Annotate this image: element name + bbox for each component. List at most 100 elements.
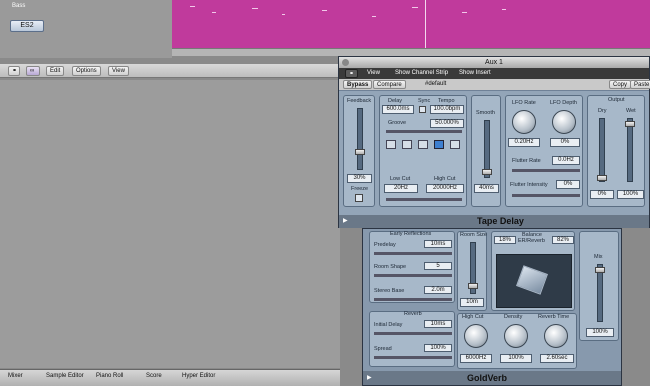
delay-value[interactable]: 600.0ms: [382, 105, 414, 114]
view-menu[interactable]: View: [367, 70, 380, 76]
show-insert-menu[interactable]: Show Insert: [459, 70, 491, 76]
initial-delay-value[interactable]: 10ms: [424, 320, 452, 328]
smooth-label: Smooth: [476, 110, 495, 116]
freeze-checkbox[interactable]: [355, 194, 363, 202]
mix-slider[interactable]: [595, 264, 605, 322]
groove-value[interactable]: 50.000%: [430, 119, 464, 128]
show-channel-strip-menu[interactable]: Show Channel Strip: [395, 70, 448, 76]
spread-value[interactable]: 100%: [424, 344, 452, 352]
stereo-base-label: Stereo Base: [374, 288, 405, 294]
note-value-button[interactable]: [386, 140, 396, 149]
tab-mixer[interactable]: Mixer: [8, 373, 23, 379]
link-button[interactable]: ∞: [26, 66, 40, 76]
low-cut-value[interactable]: 20Hz: [384, 184, 418, 193]
early-reflections-label: Early Reflections: [390, 231, 432, 237]
gv-high-cut-knob[interactable]: [464, 324, 488, 348]
wet-slider[interactable]: [625, 118, 635, 182]
early-reflections-section: Early Reflections Predelay 10ms Room Sha…: [369, 231, 455, 303]
note-value-button[interactable]: [402, 140, 412, 149]
options-menu[interactable]: Options: [72, 66, 101, 76]
room-size-value[interactable]: 10m: [460, 298, 484, 307]
plugin-footer: ▶ GoldVerb: [363, 371, 621, 385]
note-value-button[interactable]: [418, 140, 428, 149]
stereo-base-value[interactable]: 2.0m: [424, 286, 452, 294]
expand-triangle-icon[interactable]: ▶: [343, 217, 348, 224]
lfo-depth-knob[interactable]: [552, 110, 576, 134]
balance-sublabel: ER/Reverb: [518, 238, 545, 244]
gv-high-cut-value[interactable]: 6000Hz: [460, 354, 492, 363]
initial-delay-slider[interactable]: [374, 332, 452, 335]
tempo-value[interactable]: 100.0bpm: [430, 105, 464, 114]
dry-value[interactable]: 0%: [590, 190, 614, 199]
spread-slider[interactable]: [374, 356, 452, 359]
balance-section: Balance ER/Reverb 18% 82%: [491, 231, 575, 311]
bypass-button[interactable]: Bypass: [343, 80, 373, 89]
balance-right-value[interactable]: 82%: [552, 236, 574, 244]
reverb-time-knob[interactable]: [544, 324, 568, 348]
smooth-slider[interactable]: [482, 120, 492, 178]
lfo-depth-value[interactable]: 0%: [550, 138, 580, 147]
lfo-rate-knob[interactable]: [512, 110, 536, 134]
wet-label: Wet: [626, 108, 636, 114]
close-icon[interactable]: [342, 59, 349, 66]
paste-button[interactable]: Paste: [630, 80, 650, 89]
lfo-depth-label: LFO Depth: [550, 100, 577, 106]
sync-checkbox[interactable]: [419, 106, 426, 113]
balance-left-value[interactable]: 18%: [494, 236, 516, 244]
high-cut-value[interactable]: 20000Hz: [426, 184, 464, 193]
flutter-intensity-value[interactable]: 0%: [556, 180, 580, 189]
link-icon[interactable]: ⚭: [8, 66, 20, 76]
track-header-area: Bass ES2: [0, 0, 172, 58]
dry-slider[interactable]: [597, 118, 607, 182]
feedback-value[interactable]: 30%: [347, 174, 372, 183]
predelay-value[interactable]: 10ms: [424, 240, 452, 248]
expand-triangle-icon[interactable]: ▶: [367, 374, 372, 381]
density-label: Density: [504, 314, 523, 320]
mix-value[interactable]: 100%: [586, 328, 614, 337]
room-shape-value[interactable]: 5: [424, 262, 452, 270]
reverb-time-value[interactable]: 2.60sec: [540, 354, 574, 363]
dry-label: Dry: [598, 108, 607, 114]
playhead[interactable]: [425, 0, 426, 50]
density-value[interactable]: 100%: [500, 354, 532, 363]
predelay-label: Predelay: [374, 242, 396, 248]
stereo-base-slider[interactable]: [374, 298, 452, 301]
edit-menu[interactable]: Edit: [46, 66, 65, 76]
filter-range-slider[interactable]: [386, 198, 462, 201]
lfo-rate-value[interactable]: 0.20Hz: [508, 138, 540, 147]
room-shape-slider[interactable]: [374, 274, 452, 277]
smooth-value[interactable]: 40ms: [474, 184, 499, 193]
room-shape-display[interactable]: [496, 254, 572, 308]
midi-region[interactable]: [172, 0, 650, 48]
flutter-rate-slider[interactable]: [512, 169, 580, 172]
window-titlebar[interactable]: Aux 1: [339, 57, 649, 68]
view-menu[interactable]: View: [108, 66, 129, 76]
track-name: Bass: [12, 3, 26, 9]
tab-piano-roll[interactable]: Piano Roll: [96, 373, 123, 379]
smooth-section: Smooth 40ms: [471, 95, 501, 207]
groove-slider[interactable]: [386, 130, 462, 133]
wet-value[interactable]: 100%: [617, 190, 644, 199]
copy-button[interactable]: Copy: [609, 80, 632, 89]
link-icon[interactable]: ⚭: [345, 69, 359, 78]
compare-button[interactable]: Compare: [373, 80, 406, 89]
predelay-slider[interactable]: [374, 252, 452, 255]
flutter-intensity-slider[interactable]: [512, 194, 580, 197]
reverb-time-label: Reverb Time: [538, 314, 570, 320]
reverb-section: Reverb Initial Delay 10ms Spread 100%: [369, 311, 455, 367]
tab-hyper-editor[interactable]: Hyper Editor: [182, 373, 215, 379]
instrument-button[interactable]: ES2: [10, 20, 44, 32]
mix-label: Mix: [594, 254, 603, 260]
editor-tabs: Mixer Sample Editor Piano Roll Score Hyp…: [0, 369, 340, 386]
density-knob[interactable]: [504, 324, 528, 348]
tab-score[interactable]: Score: [146, 373, 162, 379]
note-value-button[interactable]: [450, 140, 460, 149]
flutter-rate-value[interactable]: 0.0Hz: [552, 156, 580, 165]
tab-sample-editor[interactable]: Sample Editor: [46, 373, 84, 379]
feedback-slider[interactable]: [355, 108, 365, 170]
initial-delay-label: Initial Delay: [374, 322, 403, 328]
arrange-scrollbar[interactable]: [172, 48, 650, 56]
note-value-button[interactable]: [434, 140, 444, 149]
preset-menu[interactable]: #default: [425, 81, 446, 87]
room-size-slider[interactable]: [468, 242, 478, 294]
